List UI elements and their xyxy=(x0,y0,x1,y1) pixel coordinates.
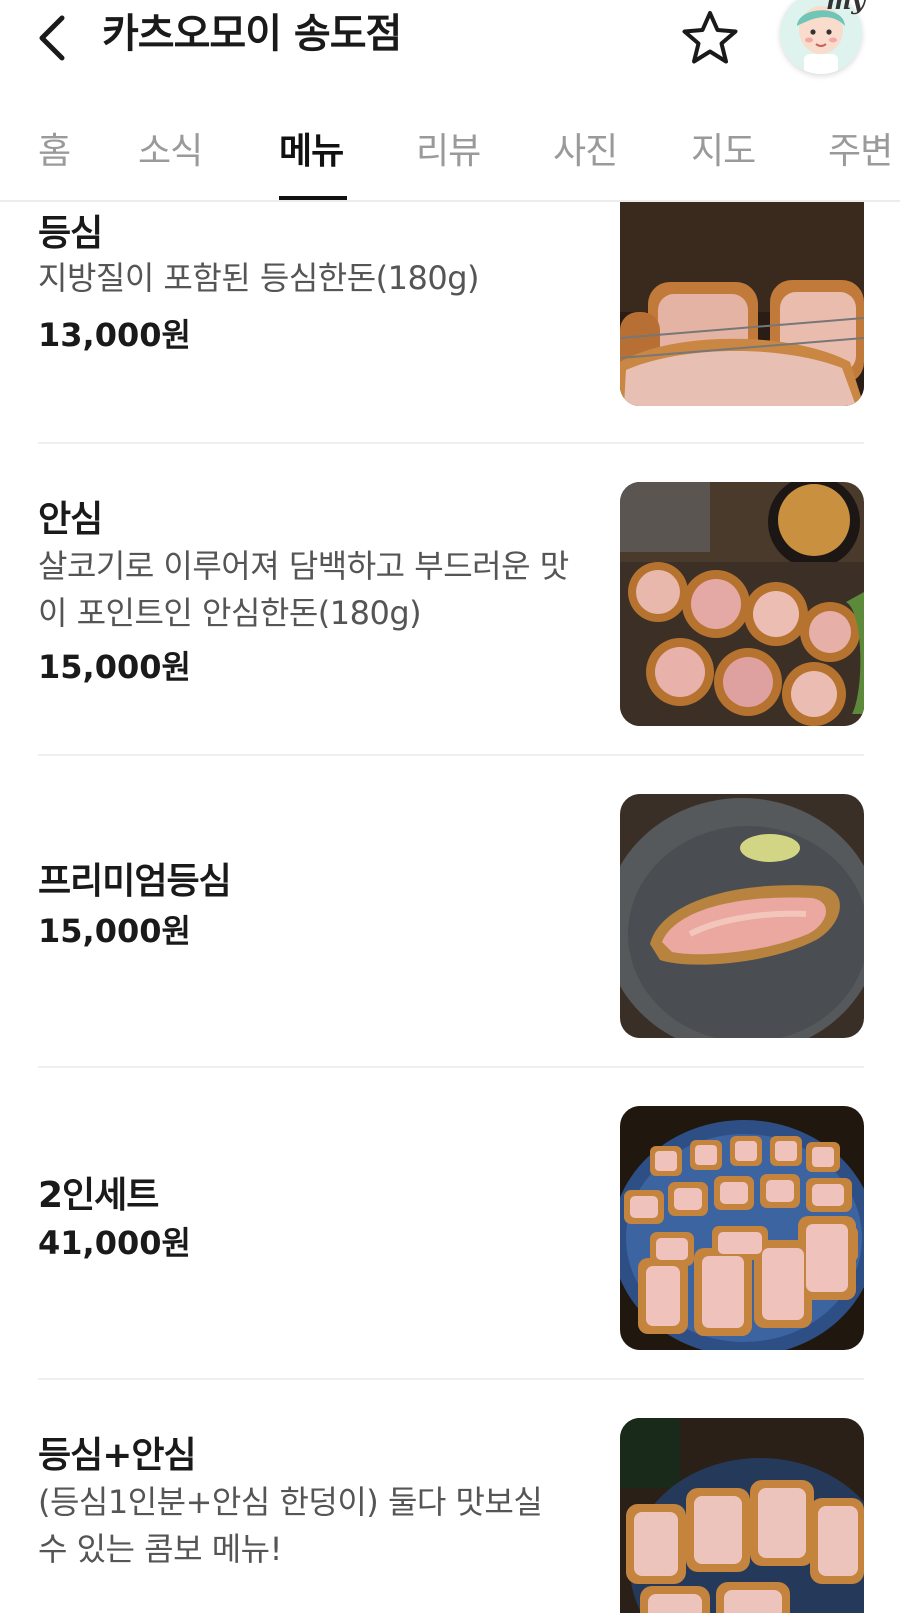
menu-item[interactable]: 프리미엄등심 15,000원 xyxy=(38,756,864,1068)
star-outline-icon xyxy=(682,11,738,64)
menu-item-name: 등심 xyxy=(38,213,103,254)
menu-item-photo[interactable] xyxy=(620,482,864,726)
menu-item-name: 안심 xyxy=(38,499,103,540)
menu-item-photo[interactable] xyxy=(620,1418,864,1613)
avatar-tag: my xyxy=(826,0,866,15)
menu-list[interactable]: 등심 지방질이 포함된 등심한돈(180g) 13,000원 안심 살코기로 이… xyxy=(0,202,900,1613)
tab-bar: 홈 소식 메뉴 리뷰 사진 지도 주변 xyxy=(0,100,900,202)
menu-item[interactable]: 등심+안심 (등심1인분+안심 한덩이) 둘다 맛보실 수 있는 콤보 메뉴! xyxy=(38,1380,864,1613)
premium-loin-cutlet-photo xyxy=(620,794,864,1038)
loin-tenderloin-combo-photo xyxy=(620,1418,864,1613)
app-header: 카츠오모이 송도점 my xyxy=(0,0,900,90)
pork-tenderloin-cutlet-photo xyxy=(620,482,864,726)
favorite-button[interactable] xyxy=(678,6,742,70)
two-person-set-photo xyxy=(620,1106,864,1350)
menu-item-photo[interactable] xyxy=(620,794,864,1038)
menu-item[interactable]: 등심 지방질이 포함된 등심한돈(180g) 13,000원 xyxy=(38,202,864,444)
tab-menu[interactable]: 메뉴 xyxy=(279,122,344,174)
menu-item-description: 지방질이 포함된 등심한돈(180g) xyxy=(38,259,480,297)
menu-item-price: 15,000원 xyxy=(38,648,191,686)
menu-item-name: 프리미엄등심 xyxy=(38,861,232,902)
menu-item[interactable]: 안심 살코기로 이루어져 담백하고 부드러운 맛이 포인트인 안심한돈(180g… xyxy=(38,444,864,756)
tab-nearby[interactable]: 주변 xyxy=(828,122,893,174)
tab-home[interactable]: 홈 xyxy=(38,122,71,174)
menu-item-photo[interactable] xyxy=(620,202,864,406)
menu-item-name: 2인세트 xyxy=(38,1175,159,1216)
tab-photos[interactable]: 사진 xyxy=(553,122,618,174)
menu-item[interactable]: 2인세트 41,000원 xyxy=(38,1068,864,1380)
tab-reviews[interactable]: 리뷰 xyxy=(416,122,481,174)
tab-map[interactable]: 지도 xyxy=(691,122,756,174)
chevron-left-icon xyxy=(39,15,65,61)
back-button[interactable] xyxy=(30,8,78,64)
menu-item-price: 13,000원 xyxy=(38,316,191,354)
menu-item-description: (등심1인분+안심 한덩이) 둘다 맛보실 수 있는 콤보 메뉴! xyxy=(38,1483,543,1568)
page-title: 카츠오모이 송도점 xyxy=(102,11,402,57)
menu-item-description: 살코기로 이루어져 담백하고 부드러운 맛이 포인트인 안심한돈(180g) xyxy=(38,547,569,632)
menu-item-photo[interactable] xyxy=(620,1106,864,1350)
menu-item-price: 15,000원 xyxy=(38,912,191,950)
menu-item-name: 등심+안심 xyxy=(38,1435,197,1476)
active-tab-indicator xyxy=(279,196,347,200)
menu-item-price: 41,000원 xyxy=(38,1224,191,1262)
tab-news[interactable]: 소식 xyxy=(138,122,203,174)
pork-loin-cutlet-photo xyxy=(620,202,864,406)
